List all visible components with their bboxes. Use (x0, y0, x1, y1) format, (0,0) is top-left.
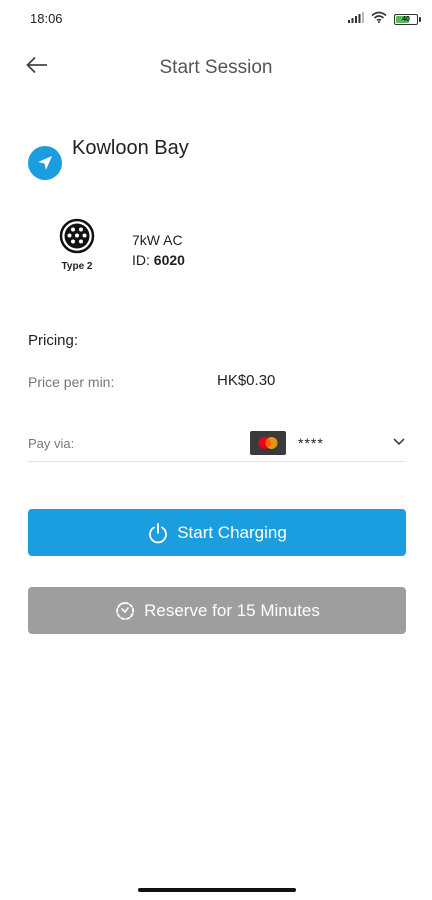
mastercard-icon (250, 431, 286, 455)
wifi-icon (371, 10, 387, 28)
connector-info: 7kW AC ID: 6020 (132, 230, 185, 270)
chevron-down-icon (392, 434, 406, 453)
location-name: Kowloon Bay (72, 136, 189, 159)
location-row: Kowloon Bay (28, 130, 189, 180)
battery-icon: 40 (394, 13, 421, 25)
type2-connector-icon (59, 218, 95, 259)
pricing-title: Pricing: (28, 332, 79, 349)
connector-power: 7kW AC (132, 232, 183, 248)
status-time: 18:06 (30, 11, 63, 26)
timer-icon (114, 600, 136, 622)
connector-id-value: 6020 (153, 252, 185, 268)
payment-row: Pay via: **** (28, 424, 406, 462)
card-number: **** (298, 435, 324, 451)
battery-level: 40 (402, 15, 410, 23)
start-charging-button[interactable]: Start Charging (28, 509, 406, 556)
connector-type-label: Type 2 (61, 261, 93, 272)
reserve-label: Reserve for 15 Minutes (144, 600, 320, 620)
signal-icon (348, 10, 364, 28)
pay-via-label: Pay via: (28, 436, 75, 451)
status-icons: 40 (348, 10, 421, 28)
price-per-min-label: Price per min: (28, 374, 115, 390)
connector-id: ID: 6020 (132, 250, 185, 270)
power-icon (147, 522, 169, 544)
payment-method-selector[interactable]: **** (250, 430, 406, 456)
header: Start Session (0, 40, 432, 96)
home-indicator[interactable] (138, 888, 296, 892)
connector-id-prefix: ID: (132, 252, 154, 268)
connector: Type 2 (52, 218, 102, 272)
start-charging-label: Start Charging (177, 522, 287, 542)
reserve-button[interactable]: Reserve for 15 Minutes (28, 587, 406, 634)
status-bar: 18:06 40 (0, 0, 432, 36)
price-per-min-value: HK$0.30 (217, 372, 276, 389)
page-title: Start Session (159, 57, 273, 78)
navigation-icon (28, 146, 62, 180)
